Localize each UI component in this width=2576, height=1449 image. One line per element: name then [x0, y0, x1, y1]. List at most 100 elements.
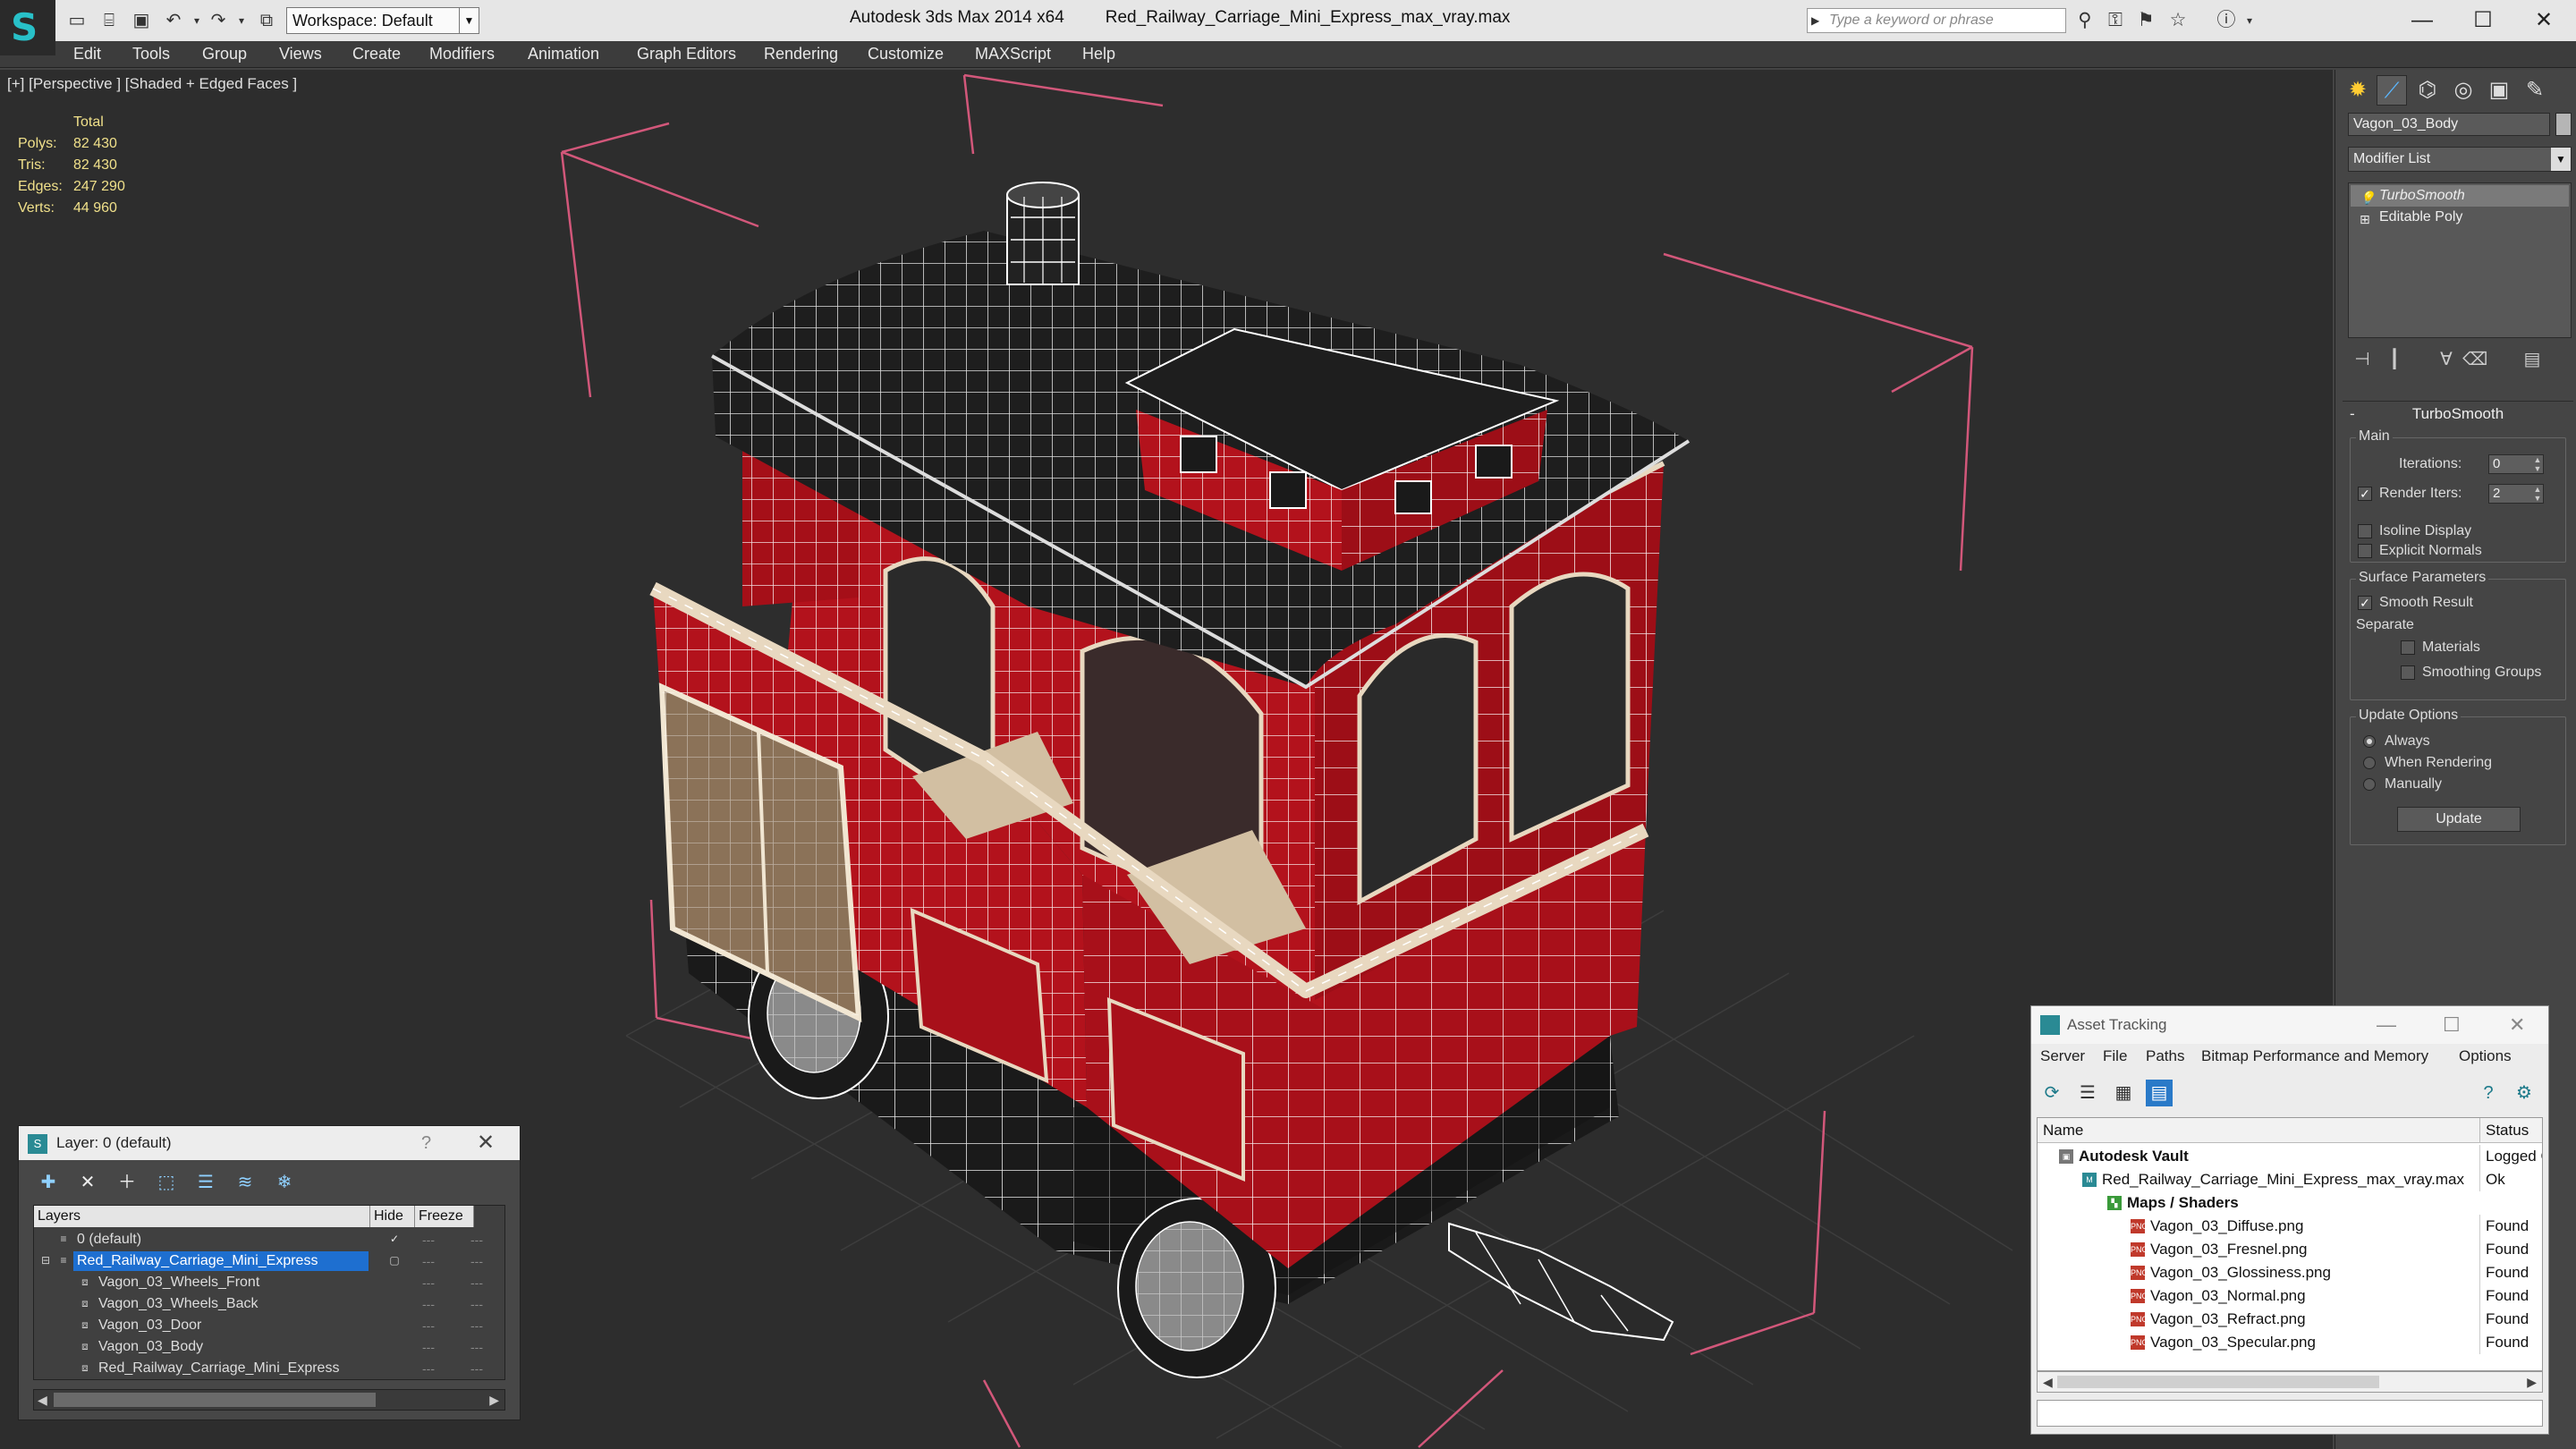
undo-icon[interactable]: ↶	[161, 9, 186, 32]
asset-row[interactable]: PNG Vagon_03_Fresnel.png Found	[2038, 1238, 2542, 1261]
render-iters-spinner[interactable]: 2 ▲ ▼	[2488, 484, 2544, 504]
app-logo[interactable]: S	[0, 0, 55, 55]
open-file-icon[interactable]: ⌸	[97, 9, 122, 32]
iterations-spinner[interactable]: 0 ▲ ▼	[2488, 454, 2544, 474]
layer-row[interactable]: ⧈ Vagon_03_Body --- ---	[36, 1336, 501, 1358]
favorites-star-icon[interactable]: ☆	[2165, 9, 2191, 32]
freeze-toggle[interactable]: ---	[470, 1293, 490, 1315]
create-tab-icon[interactable]: ✹	[2343, 75, 2373, 106]
column-header-name[interactable]: Name	[2038, 1118, 2479, 1143]
asset-row[interactable]: ▣ Autodesk Vault Logged C	[2038, 1145, 2542, 1168]
key-icon[interactable]: ⚿	[2102, 9, 2129, 32]
modifier-list-dropdown[interactable]: Modifier List ▼	[2348, 147, 2572, 172]
freeze-toggle[interactable]: ---	[470, 1229, 490, 1250]
show-end-result-icon[interactable]: ┃	[2382, 347, 2407, 372]
smooth-result-checkbox[interactable]: ✓	[2358, 596, 2372, 610]
search-input[interactable]: ▶ Type a keyword or phrase	[1807, 8, 2066, 33]
menu-tools[interactable]: Tools	[132, 45, 170, 64]
minimize-icon[interactable]: —	[2394, 4, 2451, 38]
freeze-all-icon[interactable]: ❄	[271, 1169, 298, 1196]
scrollbar-thumb[interactable]	[54, 1393, 376, 1407]
layer-row[interactable]: ⧈ Vagon_03_Wheels_Front --- ---	[36, 1272, 501, 1293]
hide-toggle[interactable]: ---	[422, 1358, 442, 1379]
subscription-icon[interactable]: ⚑	[2132, 9, 2159, 32]
layer-row[interactable]: ⧈ Red_Railway_Carriage_Mini_Express --- …	[36, 1358, 501, 1379]
column-header-hide[interactable]: Hide	[370, 1206, 415, 1227]
modify-tab-icon[interactable]: ⟋	[2377, 75, 2407, 106]
stack-item-turbosmooth[interactable]: 💡 TurboSmooth	[2351, 185, 2569, 207]
freeze-toggle[interactable]: ---	[470, 1315, 490, 1336]
refresh-icon[interactable]: ⟳	[2038, 1080, 2065, 1106]
menu-paths[interactable]: Paths	[2146, 1047, 2184, 1065]
asset-row[interactable]: PNG Vagon_03_Refract.png Found	[2038, 1308, 2542, 1331]
layer-row[interactable]: ⧈ Vagon_03_Wheels_Back --- ---	[36, 1293, 501, 1315]
workspace-select[interactable]: Workspace: Default ▼	[286, 7, 479, 34]
new-file-icon[interactable]: ▭	[64, 9, 89, 32]
layer-row[interactable]: ⊟ ≡ Red_Railway_Carriage_Mini_Express ▢ …	[36, 1250, 501, 1272]
hide-toggle[interactable]: ---	[422, 1315, 442, 1336]
menu-server[interactable]: Server	[2040, 1047, 2085, 1065]
redo-dropdown-icon[interactable]: ▾	[229, 9, 254, 32]
spinner-arrows-icon[interactable]: ▲ ▼	[2532, 485, 2543, 503]
asset-row[interactable]: ▚ Maps / Shaders	[2038, 1191, 2542, 1215]
help-dropdown-icon[interactable]: ▾	[2236, 9, 2263, 32]
layer-row[interactable]: ⧈ Vagon_03_Door --- ---	[36, 1315, 501, 1336]
menu-help[interactable]: Help	[1082, 45, 1115, 64]
menu-modifiers[interactable]: Modifiers	[429, 45, 495, 64]
close-icon[interactable]: ✕	[2509, 1006, 2525, 1044]
close-icon[interactable]: ✕	[477, 1126, 495, 1160]
freeze-toggle[interactable]: ---	[470, 1250, 490, 1272]
menu-edit[interactable]: Edit	[73, 45, 101, 64]
menu-file[interactable]: File	[2103, 1047, 2127, 1065]
scroll-right-icon[interactable]: ▶	[2527, 1372, 2537, 1392]
column-header-freeze[interactable]: Freeze	[415, 1206, 474, 1227]
hierarchy-tab-icon[interactable]: ⌬	[2412, 75, 2443, 106]
menu-create[interactable]: Create	[352, 45, 401, 64]
asset-row[interactable]: PNG Vagon_03_Specular.png Found	[2038, 1331, 2542, 1354]
scroll-left-icon[interactable]: ◀	[38, 1390, 47, 1410]
save-file-icon[interactable]: ▣	[129, 9, 154, 32]
hide-toggle[interactable]: ---	[422, 1336, 442, 1358]
asset-path-field[interactable]	[2037, 1400, 2543, 1427]
scrollbar-thumb[interactable]	[2057, 1376, 2379, 1388]
column-header-status[interactable]: Status	[2479, 1118, 2542, 1143]
minimize-icon[interactable]: —	[2377, 1006, 2396, 1044]
asset-window-titlebar[interactable]: Asset Tracking — ☐ ✕	[2031, 1006, 2548, 1044]
asset-row[interactable]: PNG Vagon_03_Glossiness.png Found	[2038, 1261, 2542, 1284]
make-unique-icon[interactable]: ∀	[2434, 347, 2459, 372]
menu-maxscript[interactable]: MAXScript	[975, 45, 1051, 64]
update-button[interactable]: Update	[2397, 807, 2521, 832]
maximize-icon[interactable]: ☐	[2443, 1006, 2461, 1044]
help-button[interactable]: ?	[421, 1126, 431, 1160]
menu-customize[interactable]: Customize	[868, 45, 944, 64]
horizontal-scrollbar[interactable]: ◀ ▶	[2037, 1371, 2543, 1393]
add-to-layer-icon[interactable]: ＋	[114, 1169, 140, 1196]
spinner-arrows-icon[interactable]: ▲ ▼	[2532, 455, 2543, 473]
project-folder-icon[interactable]: ⧉	[254, 9, 279, 32]
hide-toggle[interactable]: ---	[422, 1229, 442, 1250]
set-active-icon[interactable]: ▢	[388, 1254, 401, 1267]
object-name-field[interactable]: Vagon_03_Body	[2348, 113, 2550, 136]
pin-stack-icon[interactable]: ⊣	[2350, 347, 2375, 372]
binoculars-icon[interactable]: ⚲	[2072, 9, 2098, 32]
menu-graph-editors[interactable]: Graph Editors	[637, 45, 736, 64]
scroll-right-icon[interactable]: ▶	[489, 1390, 499, 1410]
grid-view-icon[interactable]: ▤	[2146, 1080, 2173, 1106]
active-layer-check-icon[interactable]: ✓	[388, 1233, 401, 1245]
table-view-icon[interactable]: ▦	[2110, 1080, 2137, 1106]
menu-rendering[interactable]: Rendering	[764, 45, 838, 64]
isoline-display-checkbox[interactable]	[2358, 524, 2372, 538]
render-iters-checkbox[interactable]: ✓	[2358, 487, 2372, 501]
viewport-label[interactable]: [+] [Perspective ] [Shaded + Edged Faces…	[7, 75, 297, 93]
help-icon[interactable]: ?	[2475, 1080, 2502, 1106]
asset-row[interactable]: M Red_Railway_Carriage_Mini_Express_max_…	[2038, 1168, 2542, 1191]
lightbulb-icon[interactable]: 💡	[2360, 187, 2375, 208]
create-layer-icon[interactable]: ✚	[35, 1169, 62, 1196]
freeze-toggle[interactable]: ---	[470, 1358, 490, 1379]
asset-row[interactable]: PNG Vagon_03_Diffuse.png Found	[2038, 1215, 2542, 1238]
layer-window-titlebar[interactable]: S Layer: 0 (default) ? ✕	[19, 1126, 520, 1160]
horizontal-scrollbar[interactable]: ◀ ▶	[33, 1389, 505, 1411]
maximize-icon[interactable]: ☐	[2454, 4, 2512, 38]
menu-group[interactable]: Group	[202, 45, 247, 64]
redo-icon[interactable]: ↷	[206, 9, 231, 32]
